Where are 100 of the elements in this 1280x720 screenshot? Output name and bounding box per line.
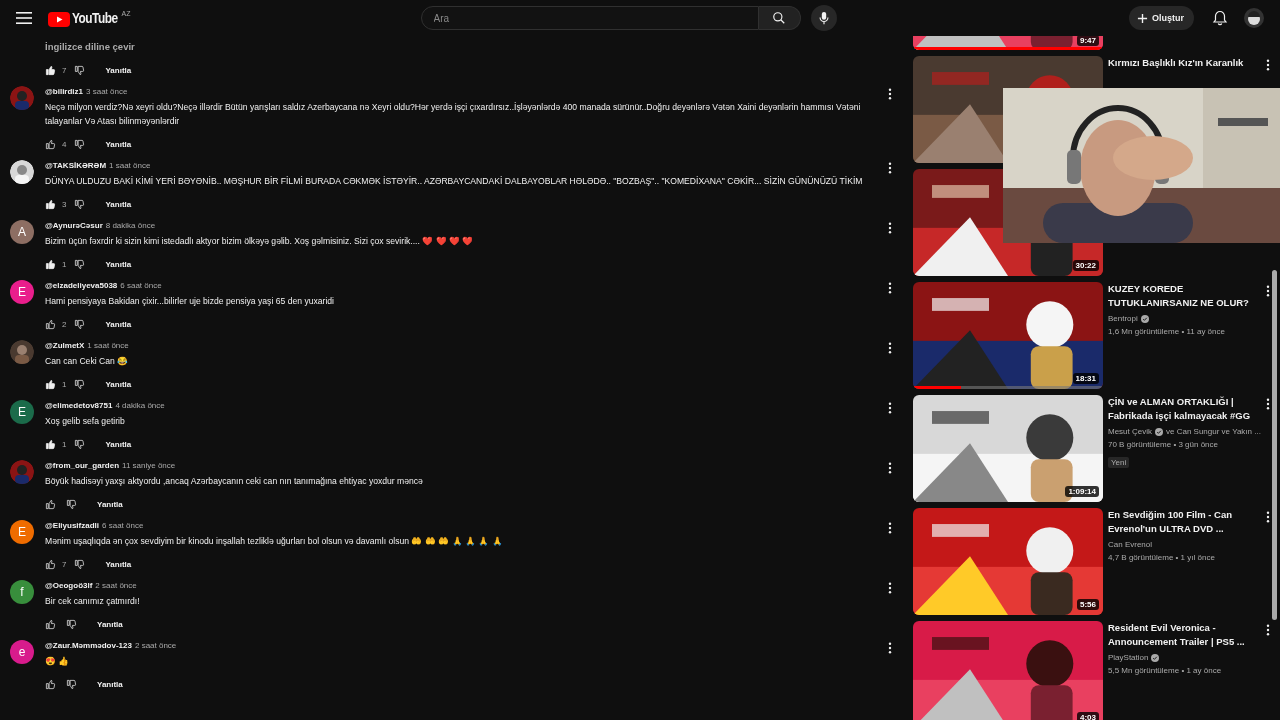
reply-button[interactable]: Yanıtla bbox=[99, 135, 138, 153]
translate-link[interactable]: İngilizce diline çevir bbox=[45, 37, 135, 54]
like-count: 1 bbox=[62, 379, 67, 389]
video-meta: 5,5 Mn görüntüleme • 1 ay önce bbox=[1108, 665, 1223, 677]
dislike-icon[interactable] bbox=[74, 138, 86, 150]
dislike-icon[interactable] bbox=[66, 498, 77, 510]
reply-button[interactable]: Yanıtla bbox=[99, 195, 138, 213]
like-icon[interactable] bbox=[45, 498, 56, 510]
search-field[interactable]: Ara bbox=[420, 6, 759, 30]
reply-button[interactable]: Yanıtla bbox=[91, 675, 129, 693]
more-icon[interactable] bbox=[1265, 285, 1270, 297]
more-icon[interactable] bbox=[1265, 59, 1270, 71]
like-icon[interactable] bbox=[45, 558, 56, 570]
comment-time[interactable]: 2 saat önce bbox=[134, 640, 177, 652]
reply-button[interactable]: Yanıtla bbox=[99, 315, 138, 333]
video-title[interactable]: ÇİN ve ALMAN ORTAKLIĞI | Fabrikada işçi kalmayacak #GG bbox=[1108, 395, 1261, 423]
plus-icon[interactable] bbox=[1137, 12, 1148, 24]
dislike-icon[interactable] bbox=[74, 64, 86, 76]
search-button[interactable] bbox=[758, 6, 801, 30]
comment-author[interactable]: @ZulmetX bbox=[45, 340, 85, 352]
like-icon[interactable] bbox=[45, 138, 56, 150]
like-icon[interactable] bbox=[45, 64, 56, 76]
more-icon[interactable] bbox=[888, 222, 892, 234]
scrollbar[interactable] bbox=[1272, 270, 1277, 620]
more-icon[interactable] bbox=[1265, 398, 1270, 410]
more-icon[interactable] bbox=[888, 282, 892, 294]
reply-button[interactable]: Yanıtla bbox=[99, 435, 138, 453]
channel-name[interactable]: Can Evrenol bbox=[1108, 538, 1153, 551]
reply-button[interactable]: Yanıtla bbox=[91, 495, 129, 513]
comment-text: Böyük hadisəyi yaxşı aktyordu ,ancaq Azərbaycanın ceki can nın tanımağına ehtiyac yoxdur məncə bbox=[45, 475, 424, 488]
create-button[interactable]: Oluştur bbox=[1129, 6, 1194, 30]
dislike-icon[interactable] bbox=[74, 378, 86, 390]
comment-author[interactable]: @Oeogoö3lf bbox=[45, 580, 93, 592]
like-icon[interactable] bbox=[45, 198, 56, 210]
video-title[interactable]: KUZEY KOREDE TUTUKLANIRSANIZ NE OLUR? bbox=[1108, 282, 1261, 310]
reply-button[interactable]: Yanıtla bbox=[99, 375, 138, 393]
video-meta: 1,6 Mn görüntüleme • 11 ay önce bbox=[1108, 326, 1226, 338]
reply-button[interactable]: Yanıtla bbox=[99, 555, 138, 573]
video-title[interactable]: Kırmızı Başlıklı Kız'ın Karanlık bbox=[1108, 56, 1261, 70]
account-avatar-icon[interactable] bbox=[1244, 8, 1264, 28]
dislike-icon[interactable] bbox=[74, 258, 86, 270]
like-icon[interactable] bbox=[45, 378, 56, 390]
comment-time[interactable]: 11 saniye önce bbox=[122, 460, 176, 472]
comment-time[interactable]: 4 dakika önce bbox=[115, 400, 165, 412]
reply-button[interactable]: Yanıtla bbox=[99, 255, 138, 273]
logo-text[interactable]: YouTube bbox=[72, 9, 118, 26]
more-icon[interactable] bbox=[888, 342, 892, 354]
comment-author[interactable]: @bilirdiz1 bbox=[45, 86, 84, 98]
comment-text: Xoş gelib sefa getirib bbox=[45, 415, 126, 428]
dislike-icon[interactable] bbox=[74, 558, 86, 570]
notification-bell-icon[interactable] bbox=[1212, 10, 1228, 26]
more-icon[interactable] bbox=[888, 402, 892, 414]
comment-author[interactable]: @from_our_garden bbox=[45, 460, 120, 472]
dislike-icon[interactable] bbox=[66, 618, 77, 630]
comment-time[interactable]: 8 dakika önce bbox=[105, 220, 156, 232]
like-icon[interactable] bbox=[45, 318, 56, 330]
comment-text: Mənim uşaqlıqda ən çox sevdiyim bir kinodu inşallah tezliklə uğurları bol olsun və davamlı olsun 🤲 🤲 🤲 🙏 🙏 🙏 🙏 bbox=[45, 535, 504, 548]
more-icon[interactable] bbox=[888, 162, 892, 174]
channel-name[interactable]: Mesut Çevik bbox=[1108, 425, 1152, 438]
more-icon[interactable] bbox=[888, 522, 892, 534]
channel-name[interactable]: Bentropi bbox=[1108, 312, 1138, 325]
more-icon[interactable] bbox=[888, 88, 892, 100]
comment-time[interactable]: 1 saat önce bbox=[87, 340, 129, 352]
comment-author[interactable]: @elzadeliyeva5038 bbox=[45, 280, 118, 292]
dislike-icon[interactable] bbox=[74, 318, 86, 330]
comment-author[interactable]: @Zaur.Məmmədov-123 bbox=[45, 640, 132, 652]
search-icon[interactable] bbox=[772, 11, 787, 25]
dislike-icon[interactable] bbox=[74, 198, 86, 210]
like-icon[interactable] bbox=[45, 618, 56, 630]
comment-time[interactable]: 6 saat önce bbox=[120, 280, 162, 292]
more-icon[interactable] bbox=[1265, 624, 1270, 636]
microphone-button[interactable] bbox=[810, 5, 837, 31]
more-icon[interactable] bbox=[888, 642, 892, 654]
dislike-icon[interactable] bbox=[74, 438, 86, 450]
channel-name[interactable]: PlayStation bbox=[1108, 651, 1149, 664]
comment-author[interactable]: @AynurəCəsur bbox=[45, 220, 103, 232]
avatar: A bbox=[10, 220, 34, 244]
like-icon[interactable] bbox=[45, 678, 56, 690]
more-icon[interactable] bbox=[888, 582, 892, 594]
reply-button[interactable]: Yanıtla bbox=[91, 615, 129, 633]
microphone-icon[interactable] bbox=[817, 11, 830, 25]
video-title[interactable]: Resident Evil Veronica - Announcement Trailer | PS5 ... bbox=[1108, 621, 1261, 649]
reply-button[interactable]: Yanıtla bbox=[99, 61, 138, 79]
like-icon[interactable] bbox=[45, 438, 56, 450]
comment-author[interactable]: @elimedetov8751 bbox=[45, 400, 113, 412]
comment-time[interactable]: 1 saat önce bbox=[109, 160, 151, 172]
comment-time[interactable]: 6 saat önce bbox=[102, 520, 144, 532]
comment-author[interactable]: @Eliyusifzadli bbox=[45, 520, 100, 532]
comment-time[interactable]: 3 saat önce bbox=[86, 86, 128, 98]
comment-time[interactable]: 2 saat önce bbox=[95, 580, 137, 592]
menu-icon[interactable] bbox=[16, 11, 32, 25]
more-icon[interactable] bbox=[1265, 511, 1270, 523]
avatar: E bbox=[10, 280, 34, 304]
play-logo-icon[interactable] bbox=[48, 11, 70, 27]
comment-author[interactable]: @TAKSİKƏRƏM bbox=[45, 160, 107, 172]
video-duration: 9:47 bbox=[1077, 36, 1099, 46]
more-icon[interactable] bbox=[888, 462, 892, 474]
dislike-icon[interactable] bbox=[66, 678, 77, 690]
like-icon[interactable] bbox=[45, 258, 56, 270]
video-title[interactable]: En Sevdiğim 100 Film - Can Evrenol'un ULTRA DVD ... bbox=[1108, 508, 1261, 536]
